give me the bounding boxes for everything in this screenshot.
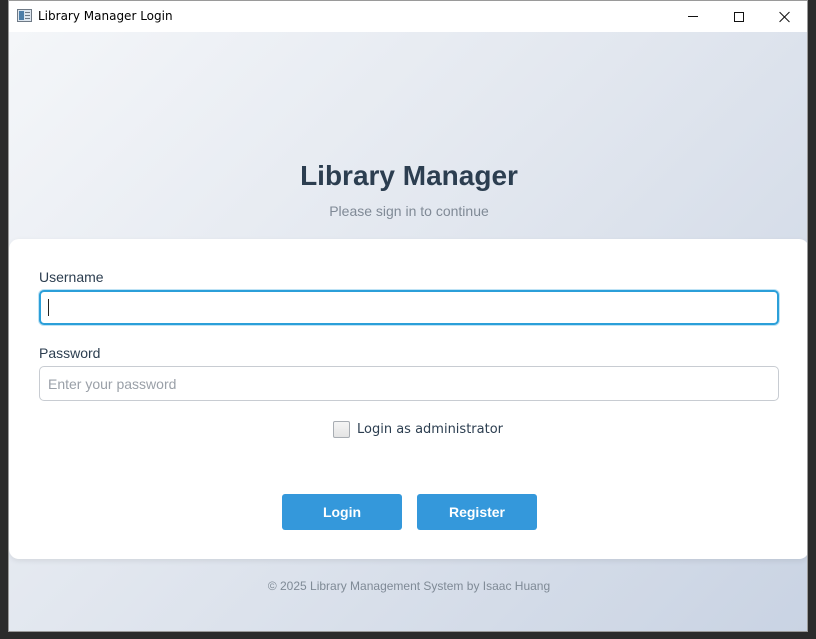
admin-checkbox[interactable] <box>333 421 350 438</box>
text-cursor <box>48 299 49 316</box>
minimize-icon <box>688 16 698 17</box>
page-subtitle: Please sign in to continue <box>329 203 489 219</box>
footer-copyright: © 2025 Library Management System by Isaa… <box>267 579 551 593</box>
close-button[interactable] <box>762 1 807 32</box>
password-input[interactable] <box>39 366 779 401</box>
close-icon <box>779 11 791 23</box>
window-title: Library Manager Login <box>38 9 173 23</box>
username-input[interactable] <box>39 290 779 325</box>
maximize-icon <box>734 11 744 22</box>
maximize-button[interactable] <box>716 1 762 32</box>
username-label: Username <box>39 269 104 285</box>
app-window-icon <box>17 9 32 22</box>
login-window: Library Manager Login Library Manager Pl… <box>8 0 808 632</box>
login-form-card: Username Password Login as administrator… <box>9 239 807 559</box>
minimize-button[interactable] <box>670 1 716 32</box>
login-button[interactable]: Login <box>282 494 402 530</box>
register-button[interactable]: Register <box>417 494 537 530</box>
password-label: Password <box>39 345 101 361</box>
admin-checkbox-label[interactable]: Login as administrator <box>357 422 503 437</box>
login-background: Library Manager Please sign in to contin… <box>9 32 807 631</box>
page-title: Library Manager <box>300 160 518 191</box>
title-bar[interactable]: Library Manager Login <box>9 1 807 32</box>
admin-checkbox-row[interactable]: Login as administrator <box>333 421 503 438</box>
